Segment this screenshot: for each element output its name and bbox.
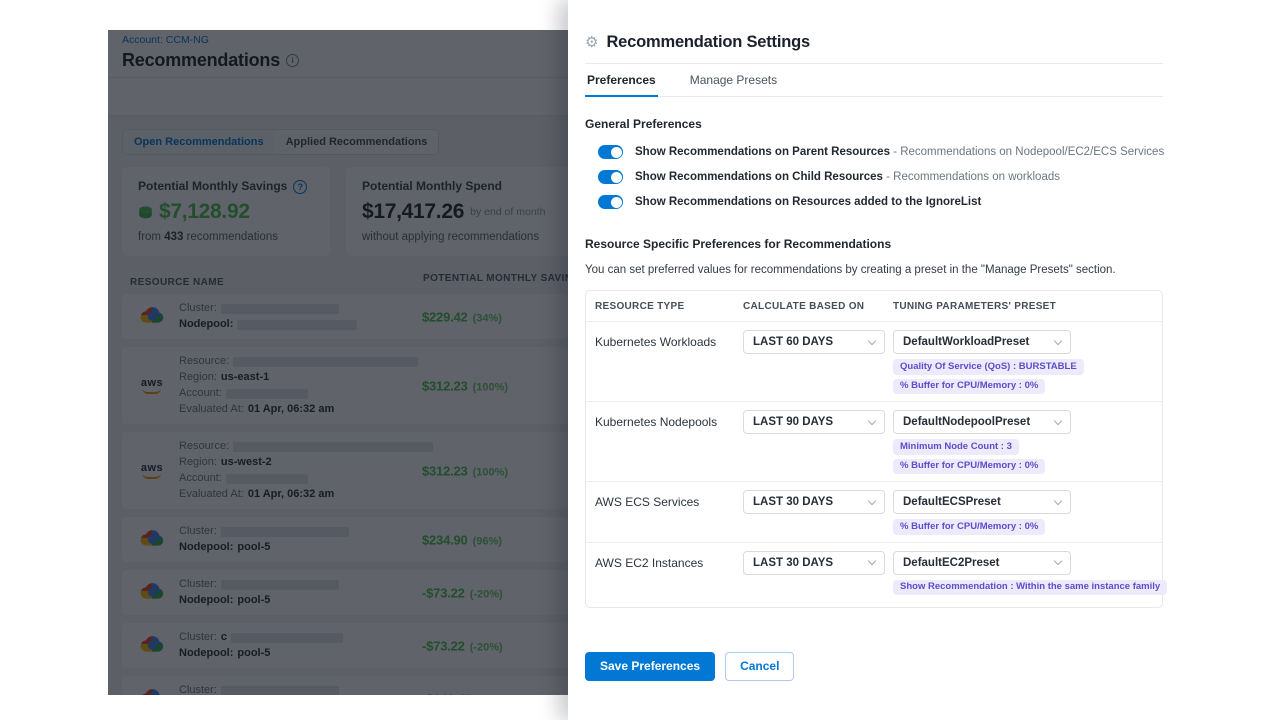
resource-type-label: AWS EC2 Instances [595, 551, 743, 596]
preset-select[interactable]: DefaultNodepoolPreset [893, 410, 1071, 434]
prefs-table-header: RESOURCE TYPE CALCULATE BASED ON TUNING … [586, 291, 1162, 322]
preset-badge: Show Recommendation : Within the same in… [893, 580, 1167, 596]
resource-pref-row: AWS EC2 Instances LAST 30 DAYS DefaultEC2P… [586, 543, 1162, 608]
resource-pref-row: AWS ECS Services LAST 30 DAYS DefaultECSPr… [586, 482, 1162, 543]
preset-badges: Quality Of Service (QoS) : BURSTABLE % Bu… [893, 359, 1153, 394]
resource-type-label: Kubernetes Workloads [595, 330, 743, 394]
period-select[interactable]: LAST 30 DAYS [743, 490, 885, 514]
preset-badge: % Buffer for CPU/Memory : 0% [893, 519, 1045, 535]
resource-type-label: AWS ECS Services [595, 490, 743, 535]
chevron-down-icon [868, 557, 876, 565]
preset-badge: Quality Of Service (QoS) : BURSTABLE [893, 359, 1084, 375]
preset-badge: Minimum Node Count : 3 [893, 439, 1019, 455]
toggle-description: - Recommendations on workloads [883, 171, 1060, 183]
toggle-description: - Recommendations on Nodepool/EC2/ECS Se… [890, 146, 1164, 158]
app-stage: Account: CCM-NG Recommendations i Open R… [0, 0, 1280, 720]
recommendations-page: Account: CCM-NG Recommendations i Open R… [108, 30, 568, 695]
drawer-scrim[interactable] [108, 30, 568, 695]
preset-select[interactable]: DefaultWorkloadPreset [893, 330, 1071, 354]
resource-prefs-description: You can set preferred values for recomme… [585, 263, 1163, 277]
period-select-value: LAST 60 DAYS [753, 336, 833, 348]
calculate-based-on-cell: LAST 30 DAYS [743, 490, 893, 535]
column-resource-type: RESOURCE TYPE [595, 301, 743, 312]
preference-toggle-row: Show Recommendations on Parent Resources… [585, 144, 1163, 160]
toggle-label: Show Recommendations on Resources added … [635, 196, 981, 208]
preset-select[interactable]: DefaultEC2Preset [893, 551, 1071, 575]
resource-pref-row: Kubernetes Nodepools LAST 90 DAYS DefaultN… [586, 402, 1162, 482]
toggle-switch-on[interactable] [598, 145, 623, 159]
period-select[interactable]: LAST 60 DAYS [743, 330, 885, 354]
calculate-based-on-cell: LAST 90 DAYS [743, 410, 893, 474]
toggle-text: Show Recommendations on Child Resources … [635, 170, 1060, 184]
settings-title: Recommendation Settings [606, 33, 810, 52]
toggles-list: Show Recommendations on Parent Resources… [585, 144, 1163, 210]
chevron-down-icon [1054, 336, 1062, 344]
tuning-preset-cell: DefaultWorkloadPreset Quality Of Service … [893, 330, 1153, 394]
tuning-preset-cell: DefaultECSPreset % Buffer for CPU/Memory … [893, 490, 1153, 535]
calculate-based-on-cell: LAST 60 DAYS [743, 330, 893, 394]
preset-select[interactable]: DefaultECSPreset [893, 490, 1071, 514]
toggle-label: Show Recommendations on Parent Resources [635, 146, 890, 158]
toggle-knob [611, 197, 622, 208]
preset-badge: % Buffer for CPU/Memory : 0% [893, 459, 1045, 475]
period-select[interactable]: LAST 30 DAYS [743, 551, 885, 575]
general-preferences-heading: General Preferences [585, 117, 1163, 132]
column-tuning-parameters-preset: TUNING PARAMETERS' PRESET [893, 301, 1153, 312]
toggle-knob [611, 147, 622, 158]
preset-select-value: DefaultWorkloadPreset [903, 336, 1029, 348]
resource-prefs-card: RESOURCE TYPE CALCULATE BASED ON TUNING … [585, 290, 1163, 608]
chevron-down-icon [868, 336, 876, 344]
resource-pref-row: Kubernetes Workloads LAST 60 DAYS DefaultW… [586, 322, 1162, 402]
drawer-actions: Save Preferences Cancel [585, 652, 794, 681]
toggle-switch-on[interactable] [598, 170, 623, 184]
chevron-down-icon [1054, 416, 1062, 424]
chevron-down-icon [1054, 557, 1062, 565]
period-select-value: LAST 30 DAYS [753, 557, 833, 569]
period-select-value: LAST 30 DAYS [753, 496, 833, 508]
calculate-based-on-cell: LAST 30 DAYS [743, 551, 893, 596]
toggle-knob [611, 172, 622, 183]
preset-badge: % Buffer for CPU/Memory : 0% [893, 379, 1045, 395]
preference-toggle-row: Show Recommendations on Child Resources … [585, 169, 1163, 185]
toggle-switch-on[interactable] [598, 195, 623, 209]
preset-select-value: DefaultEC2Preset [903, 557, 1000, 569]
tab-preferences[interactable]: Preferences [585, 64, 658, 97]
toggle-text: Show Recommendations on Parent Resources… [635, 145, 1164, 159]
cancel-button[interactable]: Cancel [725, 652, 794, 681]
settings-tabs: Preferences Manage Presets [585, 64, 1163, 97]
chevron-down-icon [1054, 496, 1062, 504]
chevron-down-icon [868, 496, 876, 504]
preference-toggle-row: Show Recommendations on Resources added … [585, 194, 1163, 210]
save-preferences-button[interactable]: Save Preferences [585, 652, 715, 681]
prefs-table-body: Kubernetes Workloads LAST 60 DAYS DefaultW… [586, 322, 1162, 607]
preset-badges: % Buffer for CPU/Memory : 0% [893, 519, 1153, 535]
gear-icon: ⚙ [585, 35, 598, 51]
preset-badges: Minimum Node Count : 3 % Buffer for CPU/M… [893, 439, 1153, 474]
tuning-preset-cell: DefaultNodepoolPreset Minimum Node Count … [893, 410, 1153, 474]
toggle-label: Show Recommendations on Child Resources [635, 171, 883, 183]
column-calculate-based-on: CALCULATE BASED ON [743, 301, 893, 312]
tuning-preset-cell: DefaultEC2Preset Show Recommendation : Wi… [893, 551, 1167, 596]
period-select[interactable]: LAST 90 DAYS [743, 410, 885, 434]
resource-prefs-heading: Resource Specific Preferences for Recomm… [585, 237, 1163, 252]
preset-badges: Show Recommendation : Within the same in… [893, 580, 1167, 596]
toggle-text: Show Recommendations on Resources added … [635, 195, 981, 209]
preset-select-value: DefaultNodepoolPreset [903, 416, 1030, 428]
period-select-value: LAST 90 DAYS [753, 416, 833, 428]
preset-select-value: DefaultECSPreset [903, 496, 1001, 508]
tab-manage-presets[interactable]: Manage Presets [688, 64, 779, 96]
resource-type-label: Kubernetes Nodepools [595, 410, 743, 474]
recommendation-settings-drawer: ⚙ Recommendation Settings Preferences Ma… [568, 0, 1280, 720]
chevron-down-icon [868, 416, 876, 424]
